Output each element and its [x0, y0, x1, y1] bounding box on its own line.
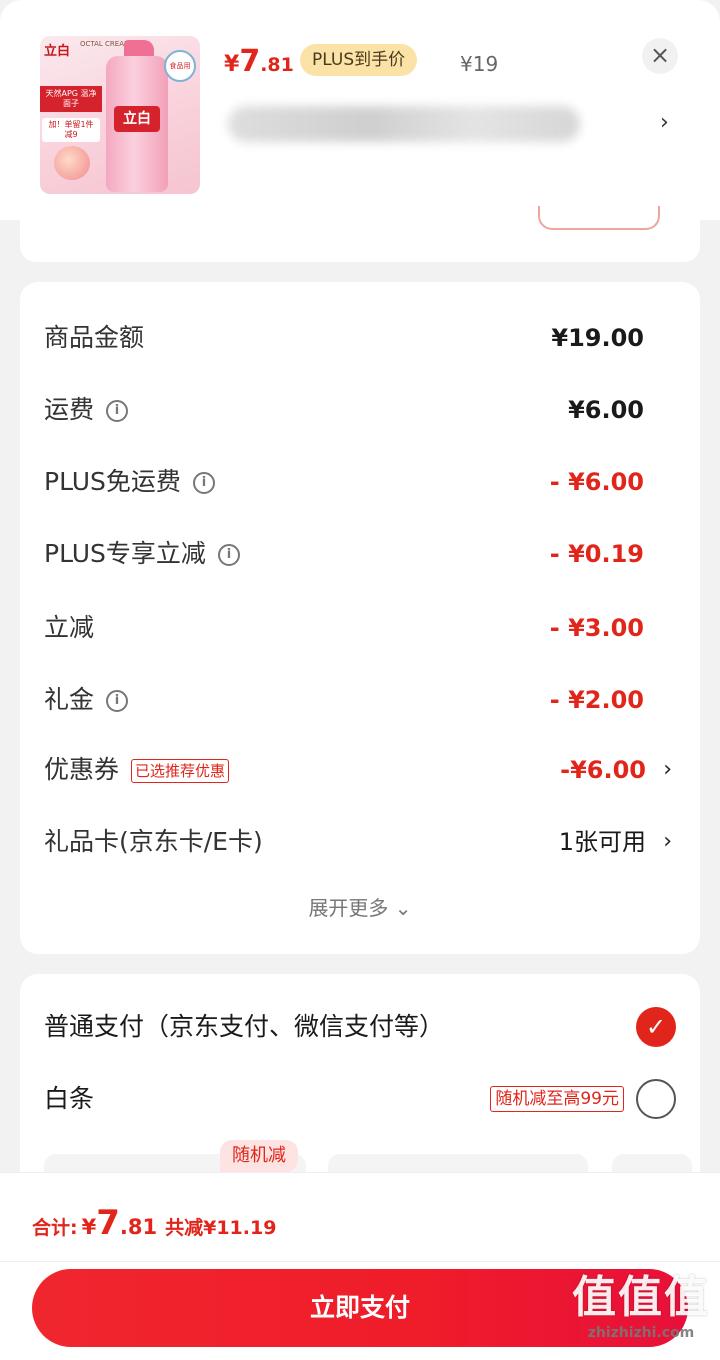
chevron-right-icon[interactable]: ›: [660, 110, 669, 135]
row-value: - ¥6.00: [549, 468, 644, 496]
thumbnail-brand: 立白: [44, 44, 71, 59]
row-label: 优惠券: [44, 755, 120, 784]
row-value: -¥6.00: [560, 756, 646, 784]
chevron-right-icon[interactable]: ›: [663, 822, 672, 862]
row-plus-free-shipping: PLUS免运费 i - ¥6.00: [20, 462, 700, 502]
thumbnail-brand-sub: OCTAL CREAM: [80, 40, 131, 48]
row-gift-money: 礼金 i - ¥2.00: [20, 680, 700, 720]
row-value: ¥6.00: [568, 396, 644, 424]
food-grade-badge: 食品用: [164, 50, 196, 82]
row-goods-amount: 商品金额 ¥19.00: [20, 318, 700, 358]
watermark-logo: 值值值: [572, 1272, 710, 1323]
info-icon[interactable]: i: [106, 400, 129, 422]
row-coupon[interactable]: 优惠券 已选推荐优惠 -¥6.00 ›: [20, 750, 700, 790]
row-shipping: 运费 i ¥6.00: [20, 390, 700, 430]
chevron-right-icon[interactable]: ›: [663, 750, 672, 790]
row-label: 运费: [44, 395, 95, 424]
info-icon[interactable]: i: [217, 544, 240, 566]
close-icon[interactable]: ×: [642, 38, 678, 74]
payment-option-label: 普通支付（京东支付、微信支付等）: [44, 1012, 445, 1041]
bottle-label: 立白: [114, 106, 160, 132]
product-name-blurred: [228, 106, 580, 142]
row-value: - ¥0.19: [549, 540, 644, 568]
row-value: ¥19.00: [551, 324, 644, 352]
row-label: 礼品卡(京东卡/E卡): [44, 827, 263, 856]
row-label: PLUS专享立减: [44, 539, 206, 568]
radio-button[interactable]: [636, 1079, 676, 1119]
row-instant-discount: 立减 - ¥3.00: [20, 608, 700, 648]
product-header: 立白 OCTAL CREAM 天然APG 温净面子 加！单留1件 减9 立白 食…: [0, 0, 720, 220]
plus-price-tag: PLUS到手价: [300, 44, 418, 76]
row-label: PLUS免运费: [44, 467, 181, 496]
row-label: 礼金: [44, 685, 95, 714]
row-gift-card[interactable]: 礼品卡(京东卡/E卡) 1张可用 ›: [20, 822, 700, 862]
coupon-recommended-tag: 已选推荐优惠: [131, 759, 230, 783]
total-saved: 共减¥11.19: [165, 1217, 277, 1239]
row-value: - ¥2.00: [549, 686, 644, 714]
total-label: 合计:: [32, 1217, 78, 1239]
total-currency: ¥: [81, 1215, 97, 1239]
product-thumbnail[interactable]: 立白 OCTAL CREAM 天然APG 温净面子 加！单留1件 减9 立白 食…: [40, 36, 200, 194]
original-price: ¥19: [460, 52, 499, 76]
watermark-url: zhizhizhi.com: [587, 1325, 695, 1341]
row-value: 1张可用: [558, 828, 646, 856]
payment-option-baitiao[interactable]: 白条 随机减至高99元: [20, 1074, 700, 1124]
row-value: - ¥3.00: [549, 614, 644, 642]
row-label: 商品金额: [44, 323, 145, 352]
partial-card: [20, 206, 700, 262]
divider: [0, 1261, 720, 1262]
order-total: 合计: ¥7.81 共减¥11.19: [32, 1203, 276, 1243]
total-integer: 7: [96, 1203, 120, 1243]
product-price: ¥7.81: [224, 44, 294, 79]
partial-pill-button[interactable]: [538, 206, 660, 230]
info-icon[interactable]: i: [192, 472, 215, 494]
total-decimal: .81: [119, 1215, 158, 1239]
price-breakdown-card: 商品金额 ¥19.00 运费 i ¥6.00 PLUS免运费 i - ¥6.00 P…: [20, 282, 700, 954]
thumbnail-ribbon: 天然APG 温净面子: [40, 86, 102, 112]
payment-option-normal[interactable]: 普通支付（京东支付、微信支付等） ✓: [20, 1002, 700, 1052]
random-discount-tag: 随机减: [220, 1140, 298, 1172]
price-decimal: .81: [260, 54, 294, 76]
baitiao-promo-tag: 随机减至高99元: [490, 1086, 624, 1112]
info-icon[interactable]: i: [106, 690, 129, 712]
row-label: 立减: [44, 613, 95, 642]
price-integer: 7: [239, 44, 261, 79]
thumbnail-ribbon-2: 加！单留1件 减9: [42, 118, 100, 142]
checkmark-icon[interactable]: ✓: [636, 1007, 676, 1047]
price-currency: ¥: [224, 52, 240, 77]
expand-more-link[interactable]: 展开更多 ⌄: [20, 892, 700, 921]
peach-image: [54, 146, 90, 180]
row-plus-discount: PLUS专享立减 i - ¥0.19: [20, 534, 700, 574]
payment-option-label: 白条: [44, 1084, 95, 1113]
site-watermark: 值值值 zhizhizhi.com: [566, 1272, 716, 1342]
